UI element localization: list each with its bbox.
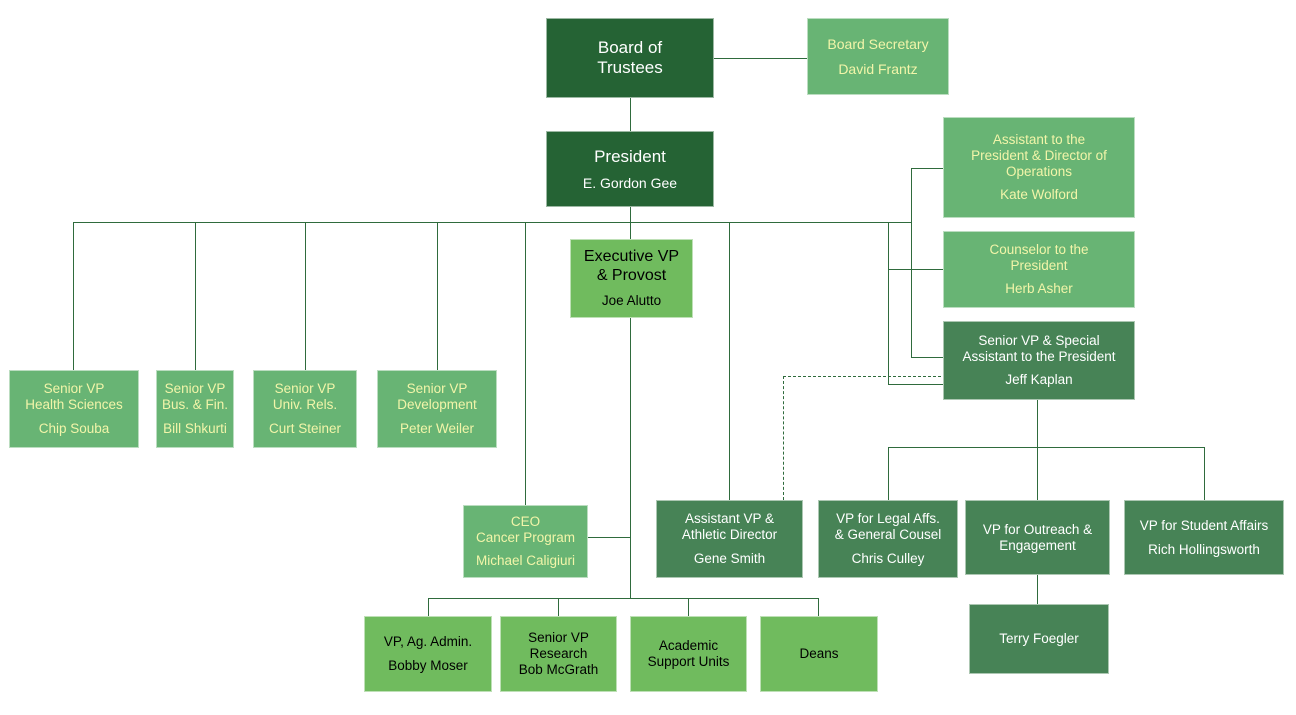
node-title: Academic Support Units [647, 638, 730, 669]
node-vp-outreach-engagement[interactable]: VP for Outreach & Engagement [965, 500, 1110, 575]
connector-president-down [630, 207, 631, 240]
node-assistant-vp-athletic-director[interactable]: Assistant VP & Athletic Director Gene Smi… [656, 500, 803, 578]
node-title: Deans [799, 646, 839, 662]
node-person: Rich Hollingsworth [1148, 541, 1260, 557]
node-person: Michael Caligiuri [475, 553, 576, 569]
node-title: Senior VP & Special Assistant to the Pres… [962, 332, 1116, 364]
connector-drop-legal-affairs [888, 447, 889, 500]
node-person: Chip Souba [38, 420, 110, 436]
node-counselor-to-president[interactable]: Counselor to the President Herb Asher [943, 231, 1135, 308]
node-title: Board of Trustees [597, 37, 663, 77]
node-person: Gene Smith [693, 550, 766, 566]
connector-bottom-bus [428, 598, 819, 599]
node-academic-support-units[interactable]: Academic Support Units [630, 616, 747, 692]
connector-dashed-vertical [783, 376, 784, 500]
node-title: VP for Student Affairs [1139, 517, 1269, 533]
node-board-secretary[interactable]: Board Secretary David Frantz [807, 18, 949, 95]
node-assistant-to-president[interactable]: Assistant to the President & Director of O… [943, 117, 1135, 218]
connector-drop-health-sciences [73, 222, 74, 370]
node-svp-development[interactable]: Senior VP Development Peter Weiler [377, 370, 497, 448]
node-title: President [594, 146, 666, 166]
node-person: Bob McGrath [518, 661, 599, 677]
node-person: Herb Asher [1005, 281, 1073, 297]
org-chart: Board of Trustees Board Secretary David F… [0, 0, 1296, 715]
connector-drop-athletic-director [729, 222, 730, 500]
node-person: Bill Shkurti [163, 420, 227, 436]
connector-kaplan-down [1037, 400, 1038, 447]
node-svp-bus-fin[interactable]: Senior VP Bus. & Fin. Bill Shkurti [156, 370, 234, 448]
node-title: Assistant to the President & Director of O… [971, 131, 1107, 179]
node-person: Chris Culley [851, 550, 925, 566]
node-person: Jeff Kaplan [1005, 372, 1073, 388]
node-title: Senior VP Health Sciences [25, 381, 123, 413]
connector-drop-development [437, 222, 438, 370]
node-president[interactable]: President E. Gordon Gee [546, 131, 714, 207]
node-board-of-trustees[interactable]: Board of Trustees [546, 18, 714, 98]
node-vp-ag-admin[interactable]: VP, Ag. Admin. Bobby Moser [364, 616, 492, 692]
connector-trustees-secretary [714, 58, 807, 59]
connector-staff-subspine [888, 222, 889, 385]
node-title: Executive VP & Provost [583, 247, 680, 284]
connector-president-staff-3 [911, 357, 943, 358]
connector-drop-cancer-program [525, 222, 526, 505]
node-ceo-cancer-program[interactable]: CEO Cancer Program Michael Caligiuri [463, 505, 588, 578]
node-person: E. Gordon Gee [582, 174, 678, 191]
node-title: VP for Outreach & Engagement [982, 521, 1093, 553]
node-title: Senior VP Univ. Rels. [272, 381, 338, 413]
node-title: VP for Legal Affs. & General Cousel [834, 511, 942, 543]
connector-cancer-program-link [588, 537, 630, 538]
connector-drop-bus-fin [195, 222, 196, 370]
node-title: Senior VP Research [528, 630, 589, 662]
connector-president-staff-1 [911, 168, 943, 169]
connector-lower-vp-bus [888, 447, 1205, 448]
node-terry-foegler[interactable]: Terry Foegler [969, 604, 1109, 674]
node-title: Assistant VP & Athletic Director [681, 511, 778, 543]
node-svp-univ-rels[interactable]: Senior VP Univ. Rels. Curt Steiner [253, 370, 357, 448]
node-person: Bobby Moser [388, 658, 468, 673]
node-person: Curt Steiner [268, 420, 342, 436]
node-vp-student-affairs[interactable]: VP for Student Affairs Rich Hollingswort… [1124, 500, 1284, 575]
connector-drop-academic-support [688, 598, 689, 616]
node-person: David Frantz [838, 60, 918, 77]
node-vp-legal-affairs[interactable]: VP for Legal Affs. & General Cousel Chris… [818, 500, 958, 578]
node-title: Terry Foegler [999, 631, 1079, 647]
node-senior-vp-special-assistant[interactable]: Senior VP & Special Assistant to the Pres… [943, 321, 1135, 400]
node-title: VP, Ag. Admin. [383, 634, 473, 650]
node-svp-health-sciences[interactable]: Senior VP Health Sciences Chip Souba [9, 370, 139, 448]
node-person: Peter Weiler [399, 420, 475, 436]
node-person: Kate Wolford [1000, 187, 1078, 203]
connector-trustees-president [630, 97, 631, 131]
node-title: Senior VP Bus. & Fin. [161, 381, 229, 413]
connector-drop-univ-rels [305, 222, 306, 370]
connector-dashed-horizontal [783, 376, 941, 377]
node-title: CEO Cancer Program [475, 513, 576, 545]
node-deans[interactable]: Deans [760, 616, 878, 692]
connector-right-spine [911, 168, 912, 358]
node-title: Counselor to the President [989, 241, 1089, 273]
node-title: Board Secretary [827, 35, 929, 52]
node-title: Senior VP Development [397, 381, 477, 413]
connector-drop-research [558, 598, 559, 616]
connector-president-staff-4 [888, 384, 943, 385]
node-svp-research[interactable]: Senior VP Research Bob McGrath [500, 616, 617, 692]
connector-drop-student-affairs [1204, 447, 1205, 500]
connector-president-staff-2 [888, 269, 943, 270]
connector-outreach-foegler [1037, 575, 1038, 604]
node-executive-vp-provost[interactable]: Executive VP & Provost Joe Alutto [570, 239, 693, 318]
connector-provost-down [630, 318, 631, 598]
node-person: Joe Alutto [601, 293, 662, 309]
connector-drop-ag-admin [428, 598, 429, 616]
connector-drop-outreach [1037, 447, 1038, 500]
connector-main-bus [73, 222, 911, 223]
connector-drop-deans [818, 598, 819, 616]
